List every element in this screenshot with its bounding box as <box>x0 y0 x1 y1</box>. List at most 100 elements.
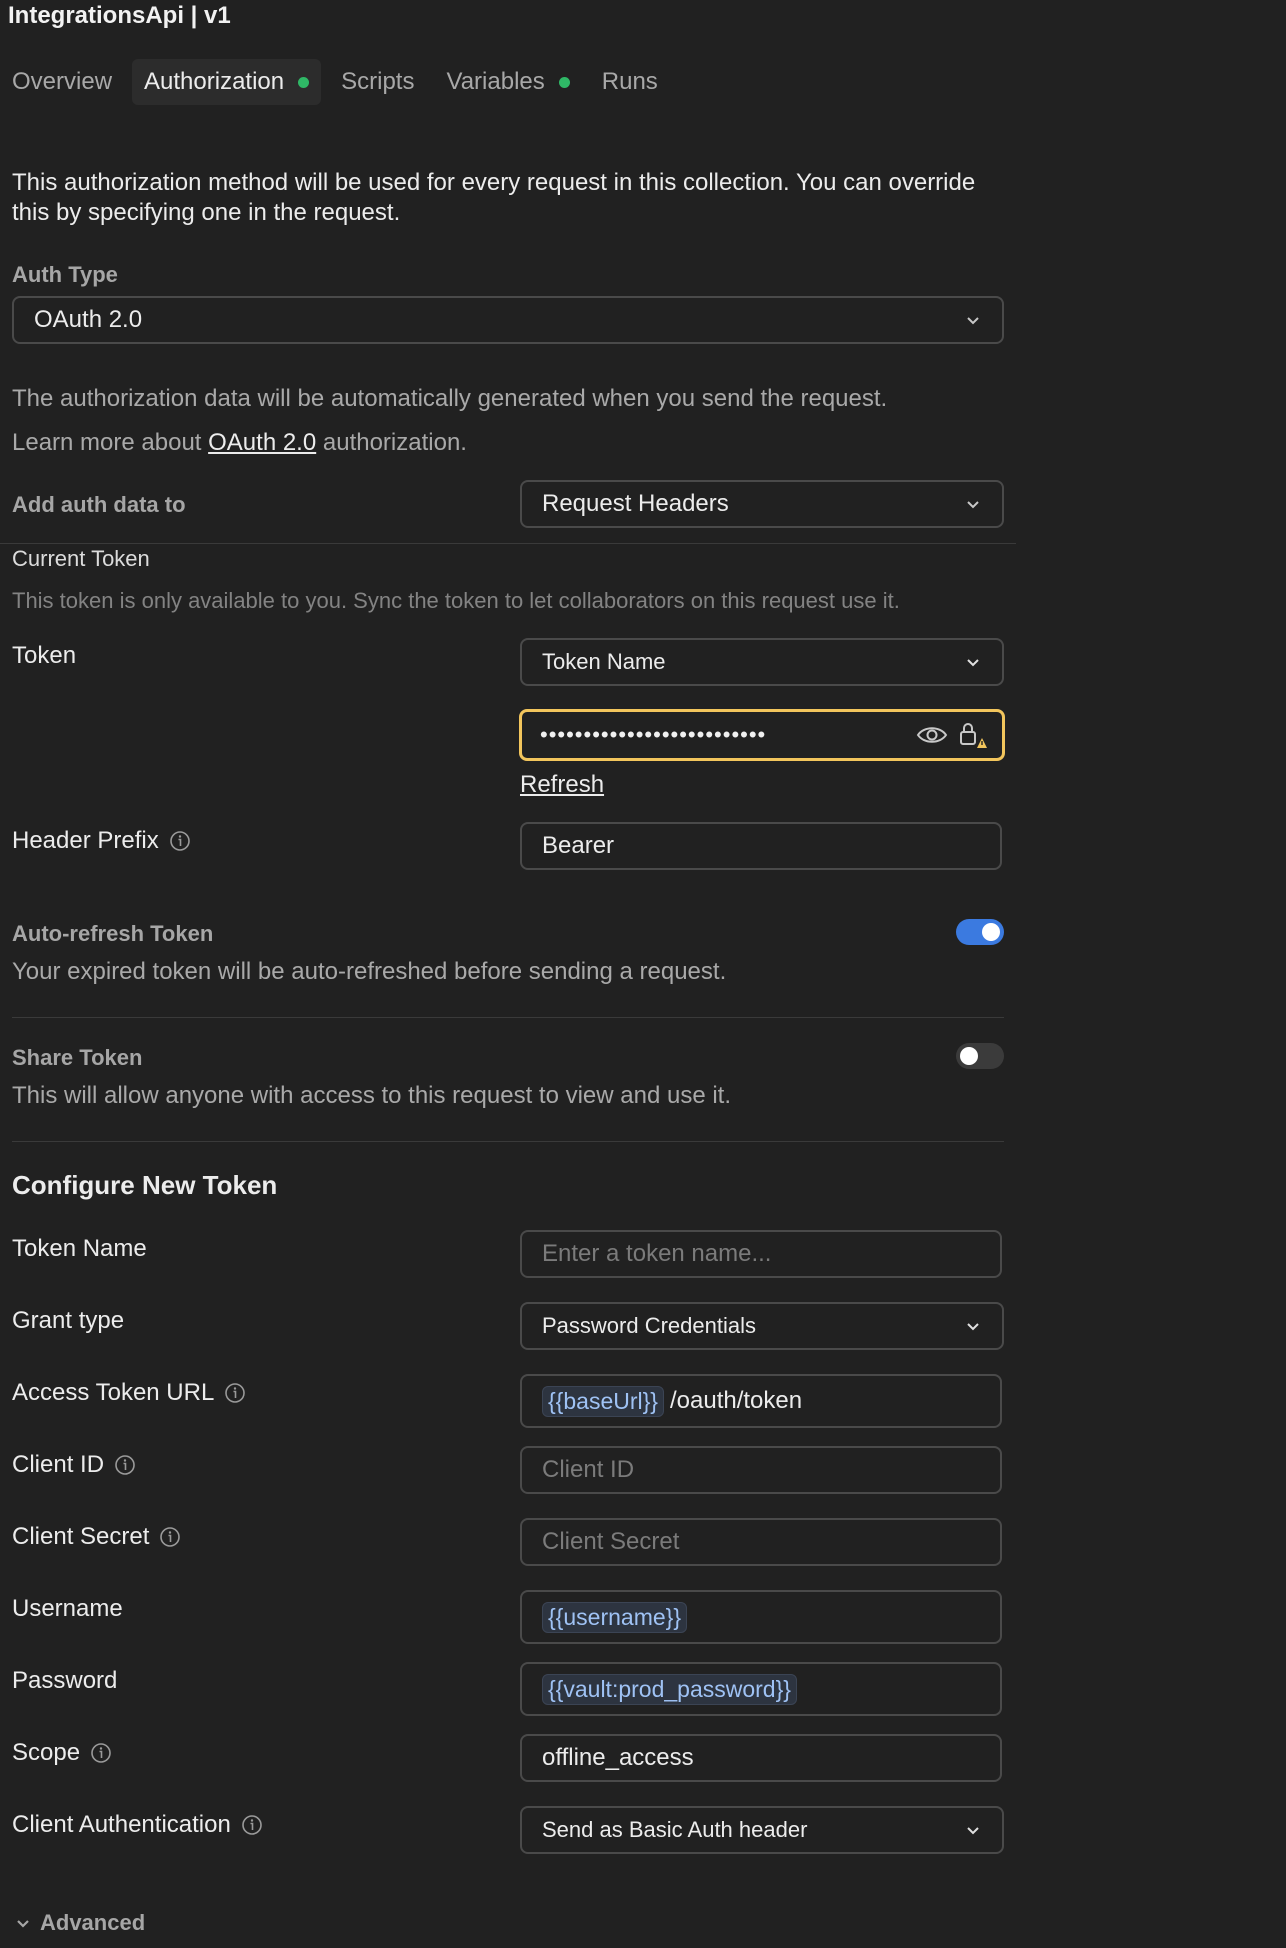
collection-title: IntegrationsApi | v1 <box>8 2 231 29</box>
auto-generated-note: The authorization data will be automatic… <box>12 385 888 412</box>
add-auth-label: Add auth data to <box>12 492 186 517</box>
add-auth-value: Request Headers <box>542 490 729 517</box>
info-icon[interactable] <box>114 1454 136 1476</box>
grant-type-label: Grant type <box>12 1307 124 1335</box>
tab-label: Scripts <box>341 68 415 95</box>
username-label: Username <box>12 1595 123 1623</box>
grant-type-value: Password Credentials <box>542 1313 756 1338</box>
eye-icon[interactable] <box>916 724 948 746</box>
chevron-down-icon <box>967 659 979 667</box>
auto-refresh-description: Your expired token will be auto-refreshe… <box>12 958 727 985</box>
configure-token-heading: Configure New Token <box>12 1170 278 1200</box>
share-token-description: This will allow anyone with access to th… <box>12 1082 732 1109</box>
variable-chip[interactable]: {{username}} <box>542 1601 688 1633</box>
info-icon[interactable] <box>169 830 191 852</box>
toggle-knob <box>960 1047 978 1065</box>
token-value-field[interactable]: •••••••••••••••••••••••••• <box>519 709 1005 761</box>
add-auth-select[interactable]: Request Headers <box>520 480 1004 528</box>
toggle-knob <box>982 923 1000 941</box>
auto-refresh-label: Auto-refresh Token <box>12 921 214 946</box>
chevron-down-icon <box>967 317 979 325</box>
username-label-text: Username <box>12 1595 123 1622</box>
tab-label: Authorization <box>144 68 285 95</box>
password-input[interactable]: {{vault:prod_password}} <box>520 1662 1002 1716</box>
access-token-url-label-text: Access Token URL <box>12 1379 215 1406</box>
grant-type-select[interactable]: Password Credentials <box>520 1302 1004 1350</box>
client-secret-label-text: Client Secret <box>12 1523 150 1550</box>
header-prefix-label-text: Header Prefix <box>12 827 159 854</box>
client-secret-placeholder: Client Secret <box>542 1528 680 1555</box>
client-secret-label: Client Secret <box>12 1523 181 1551</box>
password-label: Password <box>12 1667 117 1695</box>
scope-value: offline_access <box>542 1744 694 1771</box>
scope-input[interactable]: offline_access <box>520 1734 1002 1782</box>
auth-description: This authorization method will be used f… <box>12 169 976 226</box>
info-icon[interactable] <box>159 1526 181 1548</box>
token-name-placeholder: Enter a token name... <box>542 1240 772 1267</box>
client-authentication-label: Client Authentication <box>12 1811 263 1839</box>
token-label-text: Token <box>12 642 77 669</box>
variable-chip[interactable]: {{vault:prod_password}} <box>542 1673 797 1705</box>
current-token-note: This token is only available to you. Syn… <box>12 588 900 613</box>
chevron-down-icon <box>967 501 979 509</box>
tab-runs[interactable]: Runs <box>590 59 670 105</box>
section-divider <box>12 1141 1004 1142</box>
status-dot-icon <box>558 76 570 88</box>
variable-chip[interactable]: {{baseUrl}} <box>542 1385 664 1417</box>
learn-more-text: Learn more about OAuth 2.0 authorization… <box>12 429 467 457</box>
auth-type-label: Auth Type <box>12 262 118 287</box>
grant-type-label-text: Grant type <box>12 1307 125 1334</box>
lock-warning-icon[interactable] <box>958 720 988 750</box>
client-id-label: Client ID <box>12 1451 136 1479</box>
chevron-down-icon <box>967 1827 979 1835</box>
access-token-url-path: /oauth/token <box>669 1387 803 1414</box>
token-masked-value: •••••••••••••••••••••••••• <box>540 722 767 747</box>
token-name-input[interactable]: Enter a token name... <box>520 1230 1002 1278</box>
access-token-url-label: Access Token URL <box>12 1379 246 1407</box>
client-id-placeholder: Client ID <box>542 1456 635 1483</box>
info-icon[interactable] <box>241 1814 263 1836</box>
tab-authorization[interactable]: Authorization <box>132 59 322 105</box>
tab-scripts[interactable]: Scripts <box>329 59 426 105</box>
tab-label: Overview <box>12 68 113 95</box>
client-authentication-label-text: Client Authentication <box>12 1811 231 1838</box>
tab-label: Variables <box>446 68 545 95</box>
tab-bar: Overview Authorization Scripts Variables… <box>0 58 678 106</box>
current-token-heading: Current Token <box>12 546 150 571</box>
tab-overview[interactable]: Overview <box>0 59 124 105</box>
chevron-down-icon <box>967 1323 979 1331</box>
scope-label-text: Scope <box>12 1739 81 1766</box>
access-token-url-input[interactable]: {{baseUrl}} /oauth/token <box>520 1374 1002 1428</box>
tab-label: Runs <box>601 68 658 95</box>
client-id-input[interactable]: Client ID <box>520 1446 1002 1494</box>
token-name-label-text: Token Name <box>12 1235 147 1262</box>
auth-type-select[interactable]: OAuth 2.0 <box>12 296 1004 344</box>
share-token-label: Share Token <box>12 1045 143 1070</box>
client-id-label-text: Client ID <box>12 1451 105 1478</box>
username-input[interactable]: {{username}} <box>520 1590 1002 1644</box>
client-secret-input[interactable]: Client Secret <box>520 1518 1002 1566</box>
tab-variables[interactable]: Variables <box>434 59 581 105</box>
header-prefix-label: Header Prefix <box>12 827 191 855</box>
client-authentication-select[interactable]: Send as Basic Auth header <box>520 1806 1004 1854</box>
header-prefix-value: Bearer <box>542 832 615 859</box>
oauth-docs-link[interactable]: OAuth 2.0 <box>208 429 316 456</box>
refresh-token-link[interactable]: Refresh <box>520 771 604 799</box>
advanced-toggle[interactable]: Advanced <box>14 1910 145 1936</box>
client-authentication-value: Send as Basic Auth header <box>542 1817 808 1842</box>
share-token-toggle[interactable] <box>956 1043 1004 1069</box>
section-divider <box>0 543 1016 544</box>
chevron-down-icon <box>17 1920 29 1928</box>
header-prefix-input[interactable]: Bearer <box>520 822 1002 870</box>
token-label: Token <box>12 642 76 670</box>
status-dot-icon <box>298 76 310 88</box>
token-select[interactable]: Token Name <box>520 638 1004 686</box>
scope-label: Scope <box>12 1739 112 1767</box>
learn-more-prefix: Learn more about <box>12 429 209 456</box>
info-icon[interactable] <box>90 1742 112 1764</box>
section-divider <box>12 1017 1004 1018</box>
auth-type-value: OAuth 2.0 <box>34 306 143 333</box>
auto-refresh-toggle[interactable] <box>956 919 1004 945</box>
password-label-text: Password <box>12 1667 118 1694</box>
info-icon[interactable] <box>224 1382 246 1404</box>
